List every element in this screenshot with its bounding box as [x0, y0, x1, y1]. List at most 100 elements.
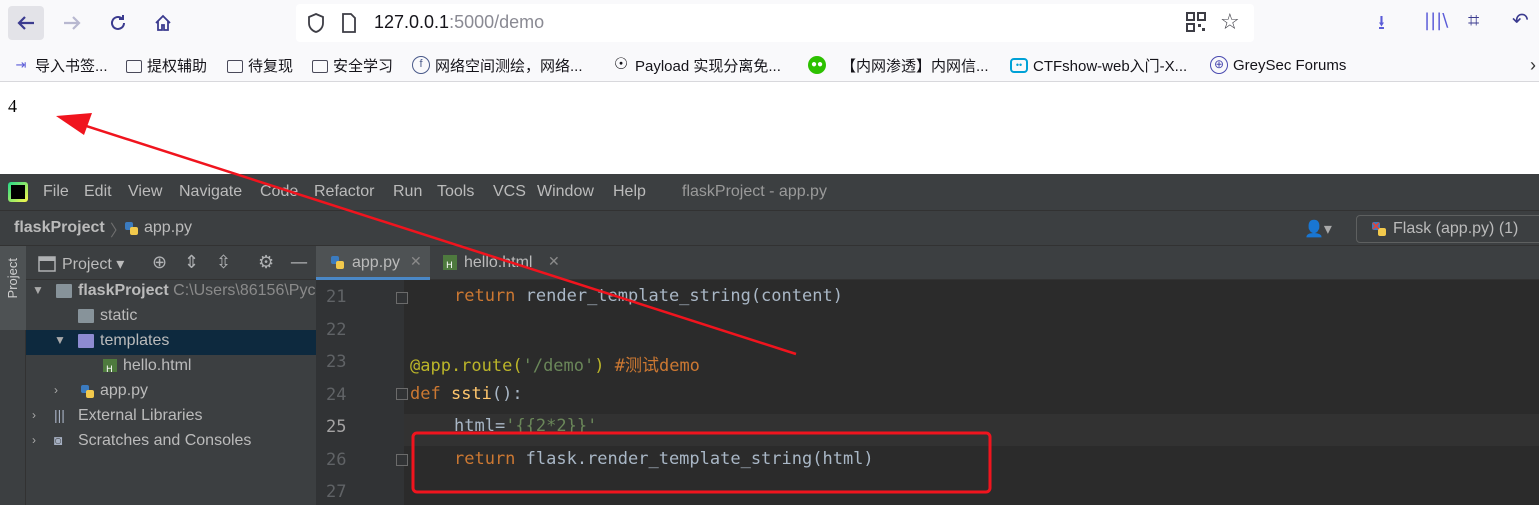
menu-window[interactable]: Window: [537, 183, 594, 201]
collapse-all-icon[interactable]: ⇳: [216, 252, 231, 273]
project-tool-label: Project: [5, 258, 20, 299]
menu-view[interactable]: View: [128, 183, 162, 201]
more-bookmarks-chevron-icon[interactable]: ›: [1530, 54, 1536, 76]
code-token: flask.render_template_string(html): [515, 449, 874, 469]
fold-marker-icon[interactable]: [396, 388, 408, 400]
code-token: def: [410, 384, 441, 404]
line-number-gutter: 21 22 23 24 25 26 27: [316, 280, 404, 505]
tree-item-label: static: [100, 307, 138, 324]
bookmark-item[interactable]: ⊕ GreySec Forums: [1210, 54, 1346, 76]
tree-project-path: C:\Users\86156\Pyc: [173, 282, 316, 299]
code-line-24: def ssti():: [410, 384, 523, 404]
scratches-icon: ◙: [54, 432, 63, 448]
bookmark-label: CTFshow-web入门-X...: [1033, 57, 1188, 75]
ide-window: File Edit View Navigate Code Refactor Ru…: [0, 174, 1539, 505]
fold-marker-icon[interactable]: [396, 454, 408, 466]
code-token: render_template_string(content): [515, 286, 843, 306]
gear-icon[interactable]: ⚙: [258, 252, 274, 273]
line-number: 27: [326, 482, 347, 502]
menu-vcs[interactable]: VCS: [493, 183, 526, 201]
menu-code[interactable]: Code: [260, 183, 298, 201]
qr-code-icon[interactable]: [1186, 12, 1206, 32]
menu-refactor[interactable]: Refactor: [314, 183, 374, 201]
chevron-down-icon[interactable]: ▼: [32, 283, 44, 297]
menu-navigate[interactable]: Navigate: [179, 183, 242, 201]
bookmark-folder[interactable]: 提权辅助: [126, 54, 207, 76]
chevron-down-icon[interactable]: ▼: [54, 333, 66, 347]
code-line-21: return render_template_string(content): [454, 286, 843, 306]
tree-item-scratches[interactable]: › ◙ Scratches and Consoles: [26, 430, 316, 455]
bilibili-icon: ••: [1010, 57, 1028, 73]
breadcrumb-file[interactable]: app.py: [144, 219, 192, 237]
bookmark-import[interactable]: ⇥ 导入书签...: [12, 54, 108, 76]
folder-icon: [312, 59, 328, 73]
shield-icon[interactable]: [306, 12, 326, 34]
expand-all-icon[interactable]: ⇕: [184, 252, 199, 273]
tree-item-external-libraries[interactable]: › ||| External Libraries: [26, 405, 316, 430]
crop-icon[interactable]: ⌗: [1468, 8, 1479, 32]
python-file-icon: [81, 385, 94, 398]
chevron-right-icon[interactable]: ›: [32, 408, 36, 422]
python-file-icon: [331, 256, 344, 269]
editor-tabs: app.py ✕ H hello.html ✕: [316, 246, 1539, 280]
line-number: 26: [326, 450, 347, 470]
libraries-icon: |||: [54, 407, 65, 423]
reload-button[interactable]: [100, 6, 136, 40]
forward-button[interactable]: [54, 6, 90, 40]
menu-file[interactable]: File: [43, 183, 69, 201]
html-file-icon: H: [443, 255, 457, 271]
folder-icon: [78, 309, 94, 323]
close-icon[interactable]: ✕: [548, 253, 560, 270]
page-output-text: 4: [8, 96, 17, 116]
menu-tools[interactable]: Tools: [437, 183, 474, 201]
tree-item-label: hello.html: [123, 357, 192, 374]
user-dropdown-icon[interactable]: 👤▾: [1304, 219, 1332, 238]
bookmark-folder[interactable]: 安全学习: [312, 54, 393, 76]
run-configuration-select[interactable]: Flask (app.py) (1): [1356, 215, 1539, 243]
code-line-25: html='{{2*2}}': [454, 416, 597, 436]
fold-marker-icon[interactable]: [396, 292, 408, 304]
code-editor[interactable]: 21 22 23 24 25 26 27 return render_templ…: [316, 280, 1539, 505]
breadcrumb-project[interactable]: flaskProject: [14, 219, 105, 237]
bookmark-star-icon[interactable]: ☆: [1220, 10, 1240, 35]
menu-help[interactable]: Help: [613, 183, 646, 201]
tree-item-hello-html[interactable]: H hello.html: [26, 355, 316, 380]
menu-edit[interactable]: Edit: [84, 183, 112, 201]
line-number: 24: [326, 385, 347, 405]
close-icon[interactable]: ✕: [410, 253, 422, 270]
library-icon[interactable]: |||\: [1424, 10, 1448, 31]
download-icon[interactable]: ⭳: [1378, 8, 1385, 42]
home-button[interactable]: [145, 6, 181, 40]
chevron-right-icon[interactable]: ›: [32, 433, 36, 447]
bookmark-item[interactable]: ☉ Payload 实现分离免...: [612, 54, 781, 76]
tree-item-app-py[interactable]: › app.py: [26, 380, 316, 405]
menu-run[interactable]: Run: [393, 183, 422, 201]
url-text[interactable]: 127.0.0.1:5000/demo: [374, 12, 544, 33]
tree-item-flaskproject[interactable]: ▼ flaskProject C:\Users\86156\Pyc: [26, 280, 316, 305]
bookmark-label: 安全学习: [333, 57, 394, 75]
chevron-right-icon[interactable]: ›: [54, 383, 58, 397]
tab-app-py[interactable]: app.py ✕: [316, 246, 430, 280]
url-bar[interactable]: 127.0.0.1:5000/demo ☆: [296, 4, 1254, 42]
back-arrow-icon: [17, 16, 34, 30]
bookmark-item[interactable]: f 网络空间测绘，网络...: [412, 54, 583, 76]
code-line-26: return flask.render_template_string(html…: [454, 449, 874, 469]
bookmark-label: 【内网渗透】内网信...: [841, 57, 989, 75]
code-token: return: [454, 286, 516, 306]
tab-hello-html[interactable]: H hello.html ✕: [430, 246, 566, 280]
bookmark-item[interactable]: •• CTFshow-web入门-X...: [1010, 54, 1187, 76]
tree-item-static[interactable]: static: [26, 305, 316, 330]
locate-icon[interactable]: ⊕: [152, 252, 167, 273]
undo-icon[interactable]: ↶: [1512, 8, 1529, 32]
tree-item-templates[interactable]: ▼ templates: [26, 330, 316, 355]
run-configuration-label: Flask (app.py) (1): [1393, 220, 1519, 237]
minimize-icon[interactable]: —: [290, 252, 308, 273]
project-tool-tab[interactable]: Project: [0, 246, 26, 330]
bookmark-folder[interactable]: 待复现: [227, 54, 293, 76]
project-view-select[interactable]: Project ▾: [62, 254, 124, 274]
bookmark-item[interactable]: ●● 【内网渗透】内网信...: [808, 54, 989, 76]
page-info-icon[interactable]: [340, 12, 358, 34]
payload-site-icon: ☉: [613, 56, 629, 73]
back-button[interactable]: [8, 6, 44, 40]
line-number: 21: [326, 287, 347, 307]
